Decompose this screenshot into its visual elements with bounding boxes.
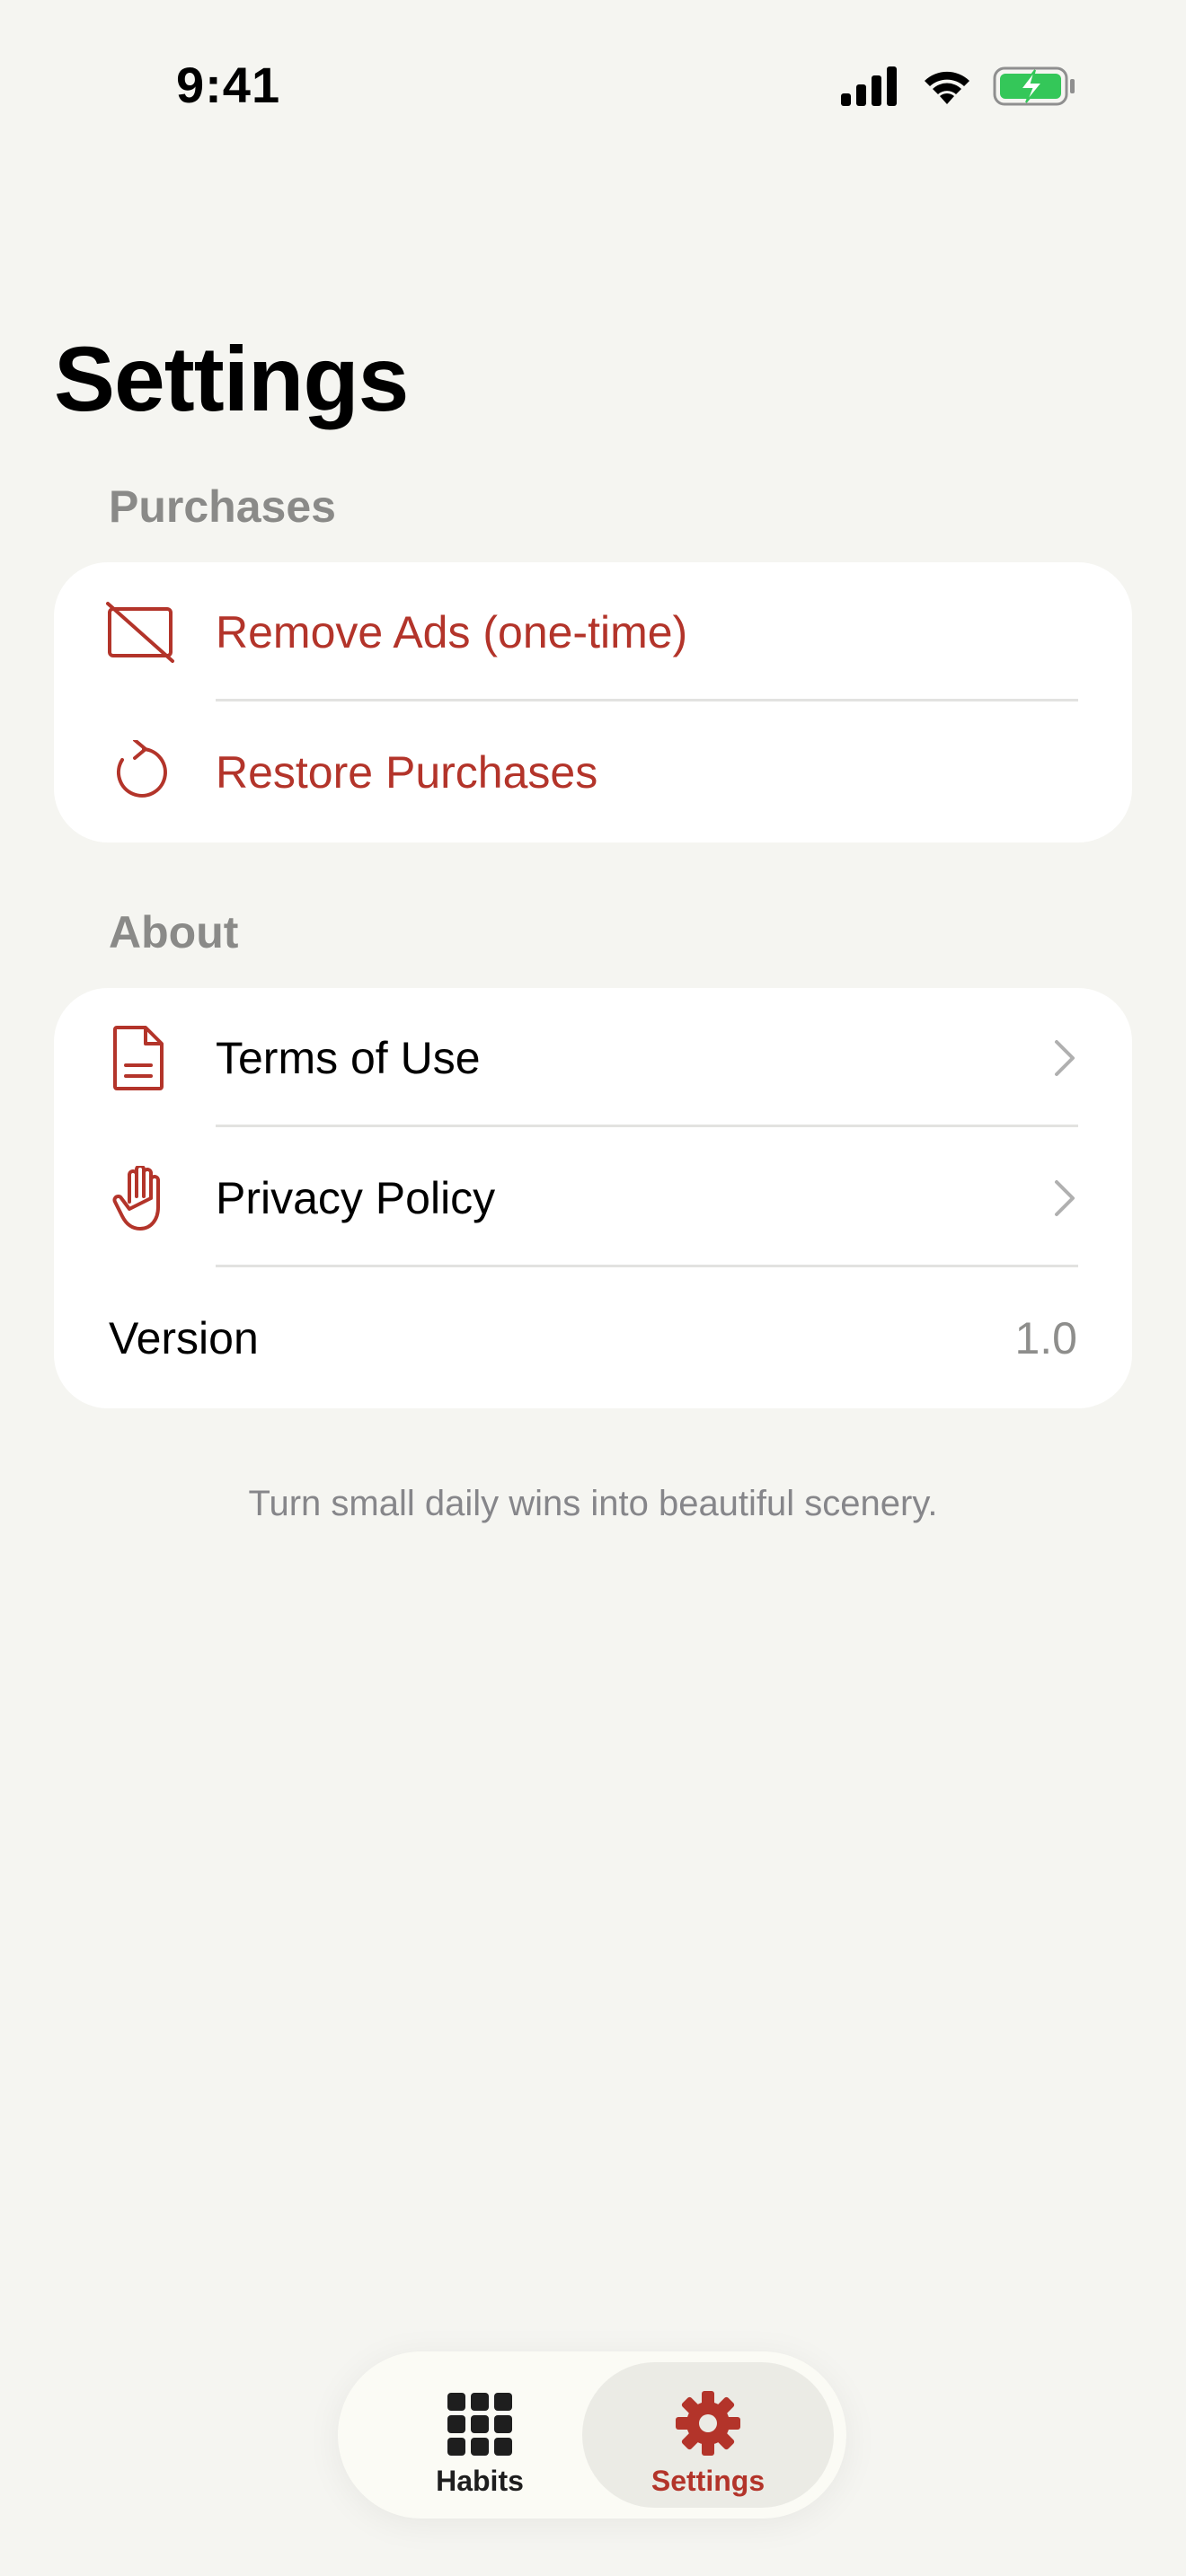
chevron-right-icon	[1055, 1180, 1075, 1216]
row-divider	[216, 1125, 1078, 1127]
version-value: 1.0	[1014, 1313, 1077, 1363]
app-tagline: Turn small daily wins into beautiful sce…	[248, 1484, 938, 1523]
restore-purchases-label: Restore Purchases	[216, 747, 598, 798]
purchases-card: Remove Ads (one-time) Restore Purchases	[54, 562, 1132, 842]
cellular-signal-icon	[841, 66, 897, 106]
tab-settings[interactable]: Settings	[582, 2362, 834, 2508]
tab-settings-label: Settings	[651, 2465, 766, 2497]
gear-icon	[676, 2391, 740, 2456]
page-title: Settings	[54, 328, 409, 430]
section-header-about: About	[109, 907, 239, 957]
row-divider	[216, 699, 1078, 701]
terms-of-use-label: Terms of Use	[216, 1033, 481, 1083]
version-row: Version 1.0	[54, 1268, 1132, 1408]
version-label: Version	[109, 1313, 259, 1363]
privacy-policy-row[interactable]: Privacy Policy	[54, 1128, 1132, 1268]
remove-ads-label: Remove Ads (one-time)	[216, 607, 688, 657]
document-icon	[113, 1026, 164, 1090]
restore-purchases-row[interactable]: Restore Purchases	[54, 702, 1132, 842]
grid-icon	[447, 2393, 512, 2456]
tab-habits-label: Habits	[436, 2465, 524, 2497]
tab-bar: Habits Settings	[338, 2351, 846, 2519]
status-time: 9:41	[176, 57, 281, 113]
status-bar: 9:41	[0, 0, 1186, 171]
tab-habits[interactable]: Habits	[354, 2362, 606, 2508]
remove-ads-row[interactable]: Remove Ads (one-time)	[54, 562, 1132, 702]
terms-of-use-row[interactable]: Terms of Use	[54, 988, 1132, 1128]
battery-charging-icon	[993, 66, 1075, 106]
restore-icon	[117, 740, 167, 798]
no-ads-icon	[106, 602, 174, 663]
hand-icon	[112, 1166, 160, 1231]
row-divider	[216, 1265, 1078, 1267]
section-header-purchases: Purchases	[109, 481, 336, 532]
wifi-icon	[925, 71, 969, 104]
chevron-right-icon	[1055, 1040, 1075, 1076]
about-card: Terms of Use Privacy Policy Version 1.0	[54, 988, 1132, 1408]
privacy-policy-label: Privacy Policy	[216, 1173, 496, 1223]
